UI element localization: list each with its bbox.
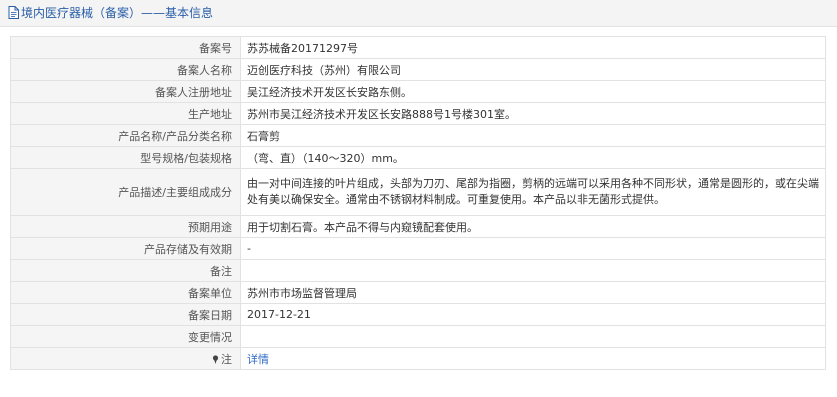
row-label: 产品描述/主要组成成分 — [10, 168, 241, 216]
table-row: 产品描述/主要组成成分 由一对中间连接的叶片组成，头部为刀刃、尾部为指圈，剪柄的远… — [10, 168, 826, 216]
row-value: 苏苏械备20171297号 — [240, 36, 826, 59]
row-label: 备案人名称 — [10, 58, 241, 81]
row-value: 由一对中间连接的叶片组成，头部为刀刃、尾部为指圈，剪柄的远端可以采用各种不同形状… — [240, 168, 826, 216]
note-value-cell: 详情 — [240, 347, 826, 370]
row-label: 变更情况 — [10, 325, 241, 348]
note-label: 注 — [221, 352, 232, 366]
row-value: 迈创医疗科技（苏州）有限公司 — [240, 58, 826, 81]
row-label: 预期用途 — [10, 215, 241, 238]
page-header: 境内医疗器械（备案）——基本信息 — [0, 0, 837, 27]
table-row: 备案日期 2017-12-21 — [10, 303, 826, 326]
row-label: 产品名称/产品分类名称 — [10, 124, 241, 147]
row-value: 石膏剪 — [240, 124, 826, 147]
row-label: 产品存储及有效期 — [10, 237, 241, 260]
row-value: 用于切割石膏。本产品不得与内窥镜配套使用。 — [240, 215, 826, 238]
row-label: 型号规格/包装规格 — [10, 146, 241, 169]
note-label-cell: 注 — [10, 347, 241, 370]
row-label: 生产地址 — [10, 102, 241, 125]
row-value: 吴江经济技术开发区长安路东侧。 — [240, 80, 826, 103]
info-table: 备案号 苏苏械备20171297号 备案人名称 迈创医疗科技（苏州）有限公司 备案人注册… — [10, 36, 826, 370]
row-value: （弯、直）（140～320）mm。 — [240, 146, 826, 169]
row-value: - — [240, 237, 826, 260]
document-icon — [8, 6, 19, 19]
table-row: 产品存储及有效期 - — [10, 237, 826, 260]
details-link[interactable]: 详情 — [247, 353, 269, 366]
table-row: 变更情况 — [10, 325, 826, 348]
page-title: 境内医疗器械（备案）——基本信息 — [21, 6, 214, 20]
table-row: 型号规格/包装规格 （弯、直）（140～320）mm。 — [10, 146, 826, 169]
table-row: 生产地址 苏州市吴江经济技术开发区长安路888号1号楼301室。 — [10, 102, 826, 125]
row-label: 备案日期 — [10, 303, 241, 326]
row-value: 2017-12-21 — [240, 303, 826, 326]
row-value: 苏州市市场监督管理局 — [240, 281, 826, 304]
row-label: 备案人注册地址 — [10, 80, 241, 103]
pin-icon — [212, 354, 219, 364]
table-row: 产品名称/产品分类名称 石膏剪 — [10, 124, 826, 147]
table-row: 备案人名称 迈创医疗科技（苏州）有限公司 — [10, 58, 826, 81]
table-row: 预期用途 用于切割石膏。本产品不得与内窥镜配套使用。 — [10, 215, 826, 238]
table-row: 备案人注册地址 吴江经济技术开发区长安路东侧。 — [10, 80, 826, 103]
note-row: 注 详情 — [10, 347, 826, 370]
row-value: 苏州市吴江经济技术开发区长安路888号1号楼301室。 — [240, 102, 826, 125]
row-value — [240, 325, 826, 348]
info-table-wrap: 备案号 苏苏械备20171297号 备案人名称 迈创医疗科技（苏州）有限公司 备案人注册… — [10, 36, 826, 370]
row-value — [240, 259, 826, 282]
row-label: 备案单位 — [10, 281, 241, 304]
table-row: 备案号 苏苏械备20171297号 — [10, 36, 826, 59]
table-row: 备案单位 苏州市市场监督管理局 — [10, 281, 826, 304]
table-row: 备注 — [10, 259, 826, 282]
row-label: 备案号 — [10, 36, 241, 59]
row-label: 备注 — [10, 259, 241, 282]
